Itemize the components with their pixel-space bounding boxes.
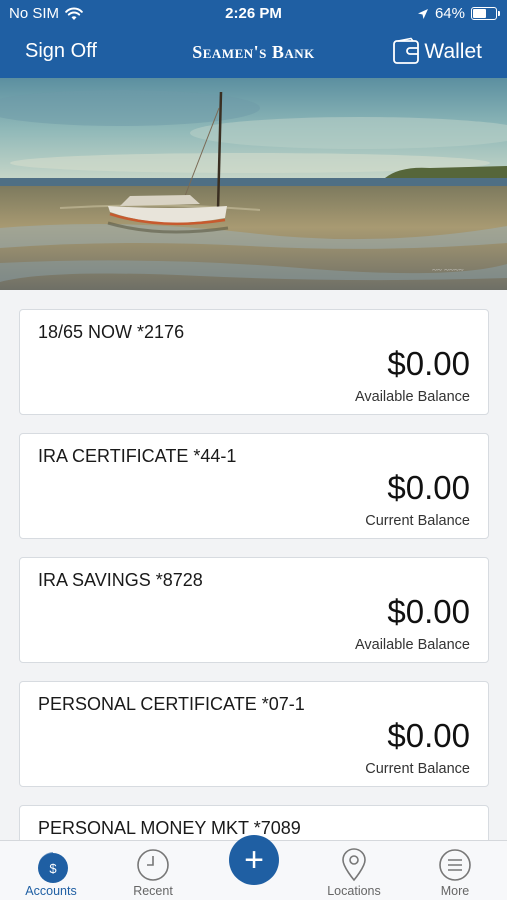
tab-more[interactable]: More	[405, 841, 505, 900]
account-name: PERSONAL CERTIFICATE *07-1	[38, 694, 305, 714]
account-balance: $0.00	[387, 345, 470, 382]
wallet-icon	[393, 37, 420, 64]
balance-type-label: Current Balance	[365, 513, 470, 529]
battery-percent: 64%	[434, 5, 465, 22]
tab-recent[interactable]: Recent	[103, 841, 203, 900]
wallet-label: Wallet	[424, 40, 482, 63]
tab-locations[interactable]: Locations	[304, 841, 404, 900]
clock-icon	[137, 849, 169, 881]
account-card[interactable]: PERSONAL CERTIFICATE *07-1 $0.00 Current…	[19, 681, 489, 787]
hero-painting: ~~ ~~~~	[0, 78, 507, 290]
map-pin-icon	[342, 848, 366, 882]
tab-label: More	[440, 884, 470, 898]
balance-type-label: Available Balance	[354, 389, 470, 405]
battery-fill	[473, 9, 487, 18]
tab-label: Locations	[327, 884, 381, 898]
header-bar: Sign Off Seamen's Bank Wallet	[0, 28, 507, 78]
menu-icon	[439, 849, 471, 881]
account-card[interactable]: 18/65 NOW *2176 $0.00 Available Balance	[19, 309, 489, 415]
account-name: 18/65 NOW *2176	[38, 322, 185, 342]
svg-text:~~ ~~~~: ~~ ~~~~	[432, 265, 464, 275]
location-arrow-icon	[417, 8, 428, 19]
status-right: 64%	[417, 5, 500, 22]
wallet-button[interactable]: Wallet	[392, 37, 482, 67]
battery-icon	[471, 7, 500, 20]
accounts-dollar-icon: $	[38, 852, 68, 883]
tab-label: Accounts	[25, 884, 77, 898]
balance-type-label: Current Balance	[365, 761, 470, 777]
account-name: IRA SAVINGS *8728	[38, 570, 203, 590]
account-name: IRA CERTIFICATE *44-1	[38, 446, 237, 466]
status-bar: No SIM 2:26 PM 64%	[0, 0, 507, 28]
sailboat-painting-image: ~~ ~~~~	[0, 78, 507, 290]
account-balance: $0.00	[387, 717, 470, 754]
account-balance: $0.00	[387, 469, 470, 506]
add-action-button[interactable]: +	[229, 835, 279, 885]
svg-text:$: $	[49, 861, 57, 876]
tab-label: Recent	[133, 884, 173, 898]
account-card[interactable]: IRA SAVINGS *8728 $0.00 Available Balanc…	[19, 557, 489, 663]
account-balance: $0.00	[387, 593, 470, 630]
account-card[interactable]: IRA CERTIFICATE *44-1 $0.00 Current Bala…	[19, 433, 489, 539]
balance-type-label: Available Balance	[354, 637, 470, 653]
tab-accounts[interactable]: $ Accounts	[1, 841, 101, 900]
accounts-list[interactable]: 18/65 NOW *2176 $0.00 Available Balance …	[0, 290, 507, 840]
